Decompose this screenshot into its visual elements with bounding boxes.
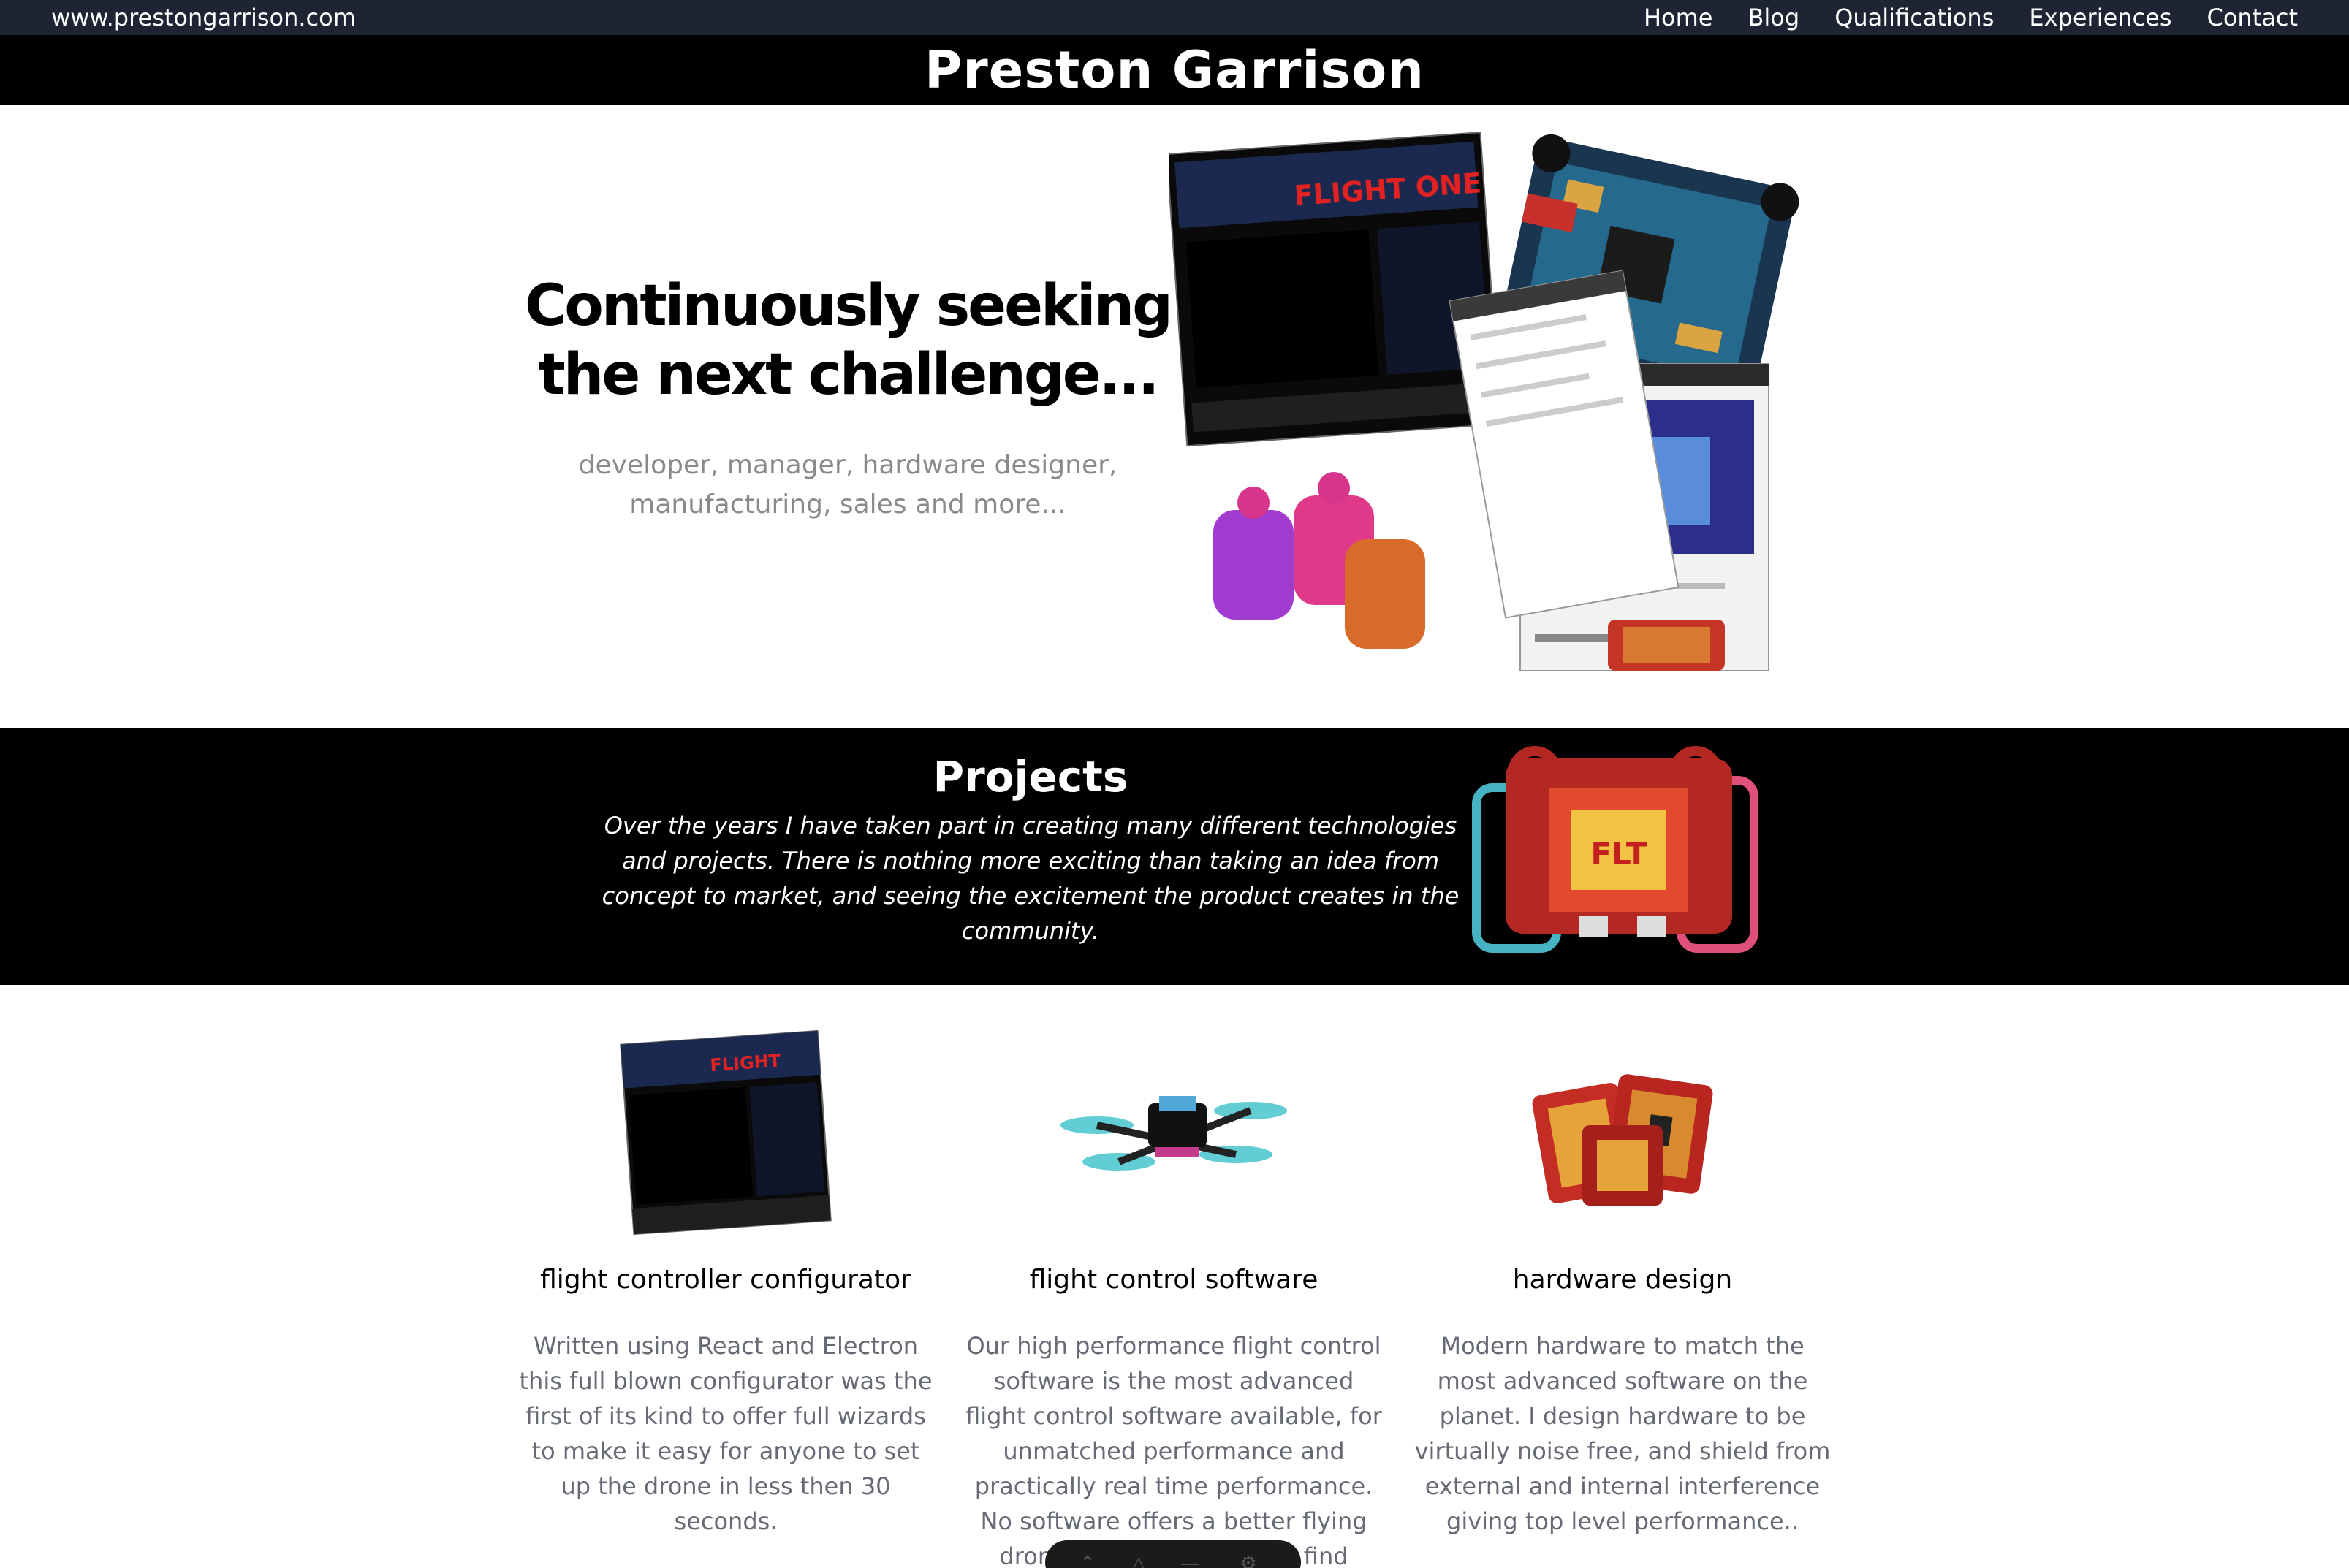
nav-link-blog[interactable]: Blog [1747, 3, 1799, 32]
hero-heading-line-2: the next challenge... [538, 342, 1160, 408]
configurator-screenshot-graphic: FLIGHT ONE [1169, 132, 1502, 447]
card-title: hardware design [1512, 1265, 1733, 1295]
projects-title: Projects [933, 752, 1128, 802]
project-card-configurator: FLIGHT flight controller configurator Wr… [514, 1016, 938, 1539]
esc-stack-graphic [1608, 620, 1725, 671]
drone-image [1060, 1096, 1287, 1171]
esc-boards-image [1532, 1074, 1713, 1206]
chevron-up-icon[interactable]: ⌃ [1074, 1553, 1101, 1568]
hero-heading-line-1: Continuously seeking [525, 273, 1173, 339]
hero-heading: Continuously seeking the next challenge.… [504, 272, 1191, 409]
hero-subtitle-line-1: developer, manager, hardware designer, [578, 450, 1117, 480]
floating-toolbar[interactable]: ⌃ △ — ⚙ [1045, 1540, 1301, 1568]
configurator-thumbnail-image: FLIGHT [620, 1030, 832, 1236]
settings-icon[interactable]: ⚙ [1235, 1553, 1261, 1568]
nav-link-experiences[interactable]: Experiences [2029, 3, 2171, 32]
hero-subtitle: developer, manager, hardware designer, m… [504, 446, 1191, 525]
card-text: Our high performance flight control soft… [965, 1332, 1382, 1568]
nav-link-qualifications[interactable]: Qualifications [1834, 3, 1994, 32]
projects-section: Projects Over the years I have taken par… [0, 728, 2349, 985]
nav-links: Home Blog Qualifications Experiences Con… [1644, 3, 2298, 32]
site-url-link[interactable]: www.prestongarrison.com [51, 3, 356, 32]
project-card-hardware: hardware design Modern hardware to match… [1411, 1016, 1834, 1539]
nav-link-home[interactable]: Home [1644, 3, 1713, 32]
card-title: flight control software [1029, 1265, 1318, 1295]
project-card-software: flight control software Our high perform… [962, 1016, 1386, 1568]
card-text: Written using React and Electron this fu… [519, 1332, 933, 1535]
site-title: Preston Garrison [924, 40, 1425, 100]
hero-product-collage-image: FLIGHT ONE [1169, 132, 1799, 671]
card-text: Modern hardware to match the most advanc… [1414, 1332, 1831, 1535]
minus-icon[interactable]: — [1177, 1553, 1203, 1568]
title-banner: Preston Garrison [0, 35, 2349, 105]
bell-icon[interactable]: △ [1126, 1553, 1152, 1568]
projects-text: Projects Over the years I have taken par… [592, 750, 1469, 948]
motors-graphic [1213, 472, 1425, 649]
nav-link-contact[interactable]: Contact [2207, 3, 2299, 32]
flight-controller-stack-image: FLT [1472, 746, 1758, 953]
top-navigation-bar: www.prestongarrison.com Home Blog Qualif… [0, 0, 2349, 35]
hero-subtitle-line-2: manufacturing, sales and more... [629, 490, 1066, 520]
fc-board-label: FLT [1590, 836, 1647, 872]
hero-text: Continuously seeking the next challenge.… [504, 272, 1191, 525]
card-title: flight controller configurator [540, 1265, 911, 1295]
projects-description: Over the years I have taken part in crea… [602, 812, 1460, 945]
